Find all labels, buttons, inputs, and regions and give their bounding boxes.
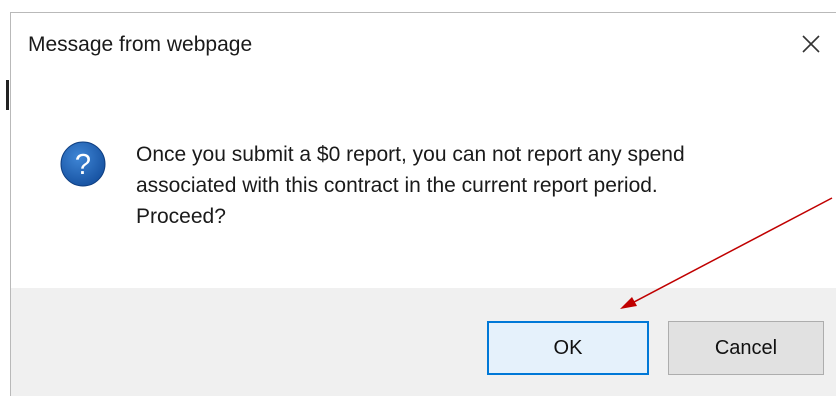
dialog-title: Message from webpage — [28, 33, 253, 56]
dialog-content: ? Once you submit a $0 report, you can n… — [11, 75, 836, 287]
message-dialog: Message from webpage ? Once you submit a — [10, 12, 836, 396]
close-button[interactable] — [794, 27, 828, 61]
close-icon — [802, 35, 820, 53]
svg-text:?: ? — [75, 149, 91, 181]
dialog-titlebar: Message from webpage — [11, 13, 836, 75]
dialog-message: Once you submit a $0 report, you can not… — [136, 143, 685, 228]
background-page-mark — [6, 80, 9, 110]
ok-button[interactable]: OK — [487, 321, 649, 375]
dialog-footer: OK Cancel — [11, 288, 836, 396]
question-icon: ? — [60, 141, 106, 187]
background-page-edge — [0, 0, 10, 396]
cancel-button[interactable]: Cancel — [668, 321, 824, 375]
